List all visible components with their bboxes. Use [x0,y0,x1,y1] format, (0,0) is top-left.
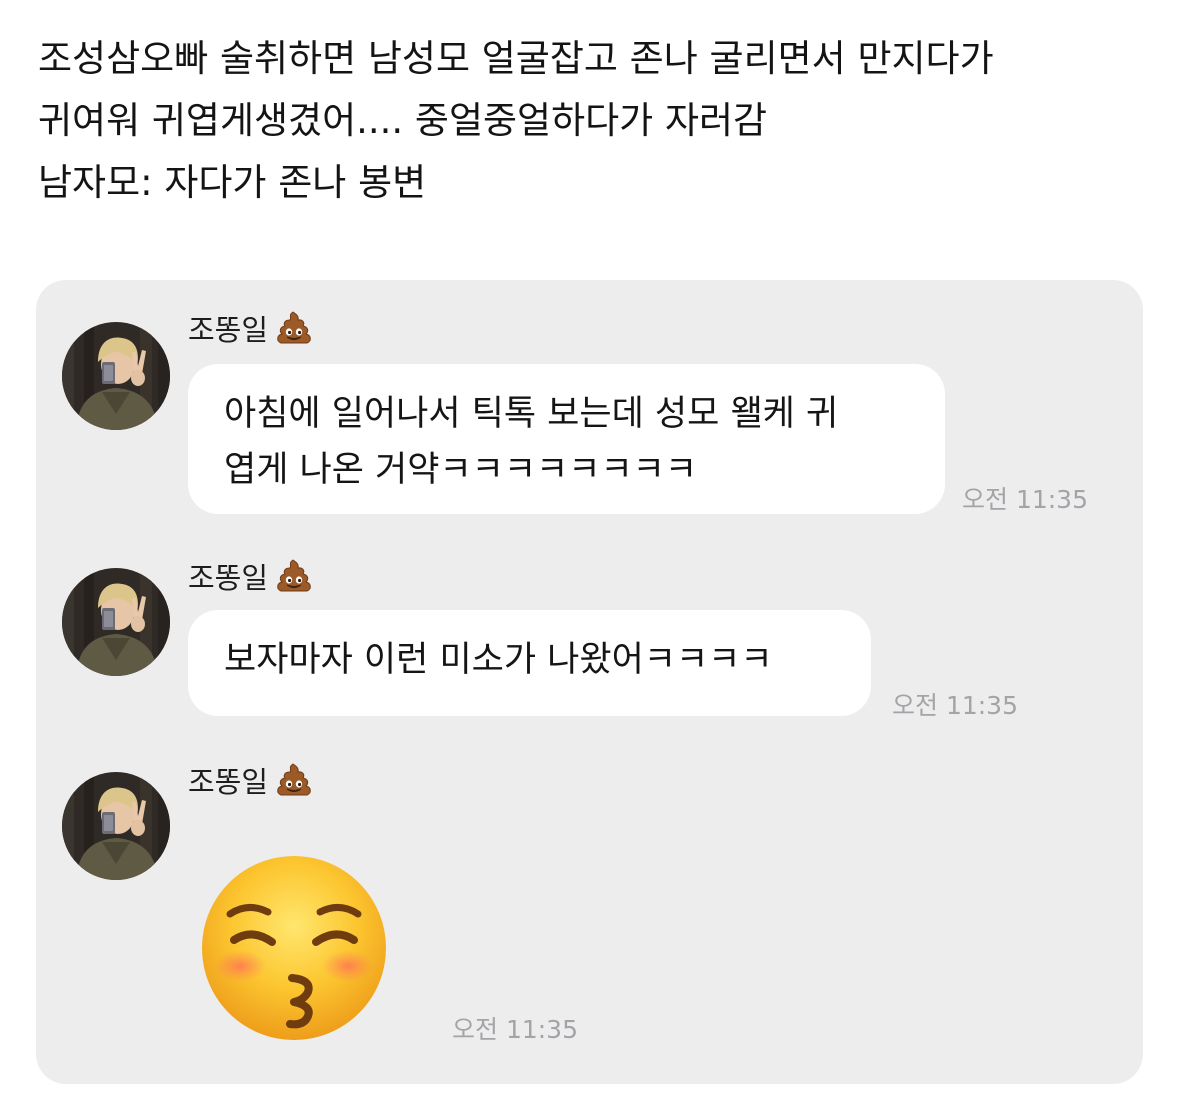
poop-icon [277,311,311,344]
sender-name: 조똥일 [188,561,269,595]
avatar[interactable] [62,322,170,430]
avatar[interactable] [62,568,170,676]
poop-icon [277,763,311,796]
avatar-photo [62,322,170,430]
message-timestamp: 오전 11:35 [962,485,1088,514]
message-bubble[interactable]: 보자마자 이런 미소가 나왔어ㅋㅋㅋㅋ [188,610,871,716]
post-line: 귀여워 귀엽게생겼어.... 중얼중얼하다가 자러감 [38,99,768,142]
message-bubble[interactable]: 아침에 일어나서 틱톡 보는데 성모 왤케 귀 엽게 나온 거약ㅋㅋㅋㅋㅋㅋㅋㅋ [188,364,945,514]
post-text: 조성삼오빠 술취하면 남성모 얼굴잡고 존나 굴리면서 만지다가 귀여워 귀엽게… [38,28,1148,214]
post-line: 남자모: 자다가 존나 봉변 [38,161,427,204]
message-text-line: 보자마자 이런 미소가 나왔어ㅋㅋㅋㅋ [224,640,773,680]
message-timestamp: 오전 11:35 [892,691,1018,720]
sender-name: 조똥일 [188,765,269,799]
avatar-photo [62,772,170,880]
message-timestamp: 오전 11:35 [452,1015,578,1044]
chat-screenshot-panel: 조똥일 아침에 일어나서 틱톡 보는데 성모 왤케 귀 엽게 나온 거약ㅋㅋㅋㅋ… [36,280,1143,1084]
sender-name: 조똥일 [188,313,269,347]
post-line: 조성삼오빠 술취하면 남성모 얼굴잡고 존나 굴리면서 만지다가 [38,37,994,80]
avatar-photo [62,568,170,676]
sender-row: 조똥일 [188,306,314,350]
avatar[interactable] [62,772,170,880]
message-text-line: 아침에 일어나서 틱톡 보는데 성모 왤케 귀 [224,394,839,434]
sender-row: 조똥일 [188,758,314,802]
kissing-face-emoji-sticker[interactable] [200,854,388,1042]
sender-row: 조똥일 [188,554,314,598]
message-text-line: 엽게 나온 거약ㅋㅋㅋㅋㅋㅋㅋㅋ [224,450,698,490]
poop-icon [277,559,311,592]
